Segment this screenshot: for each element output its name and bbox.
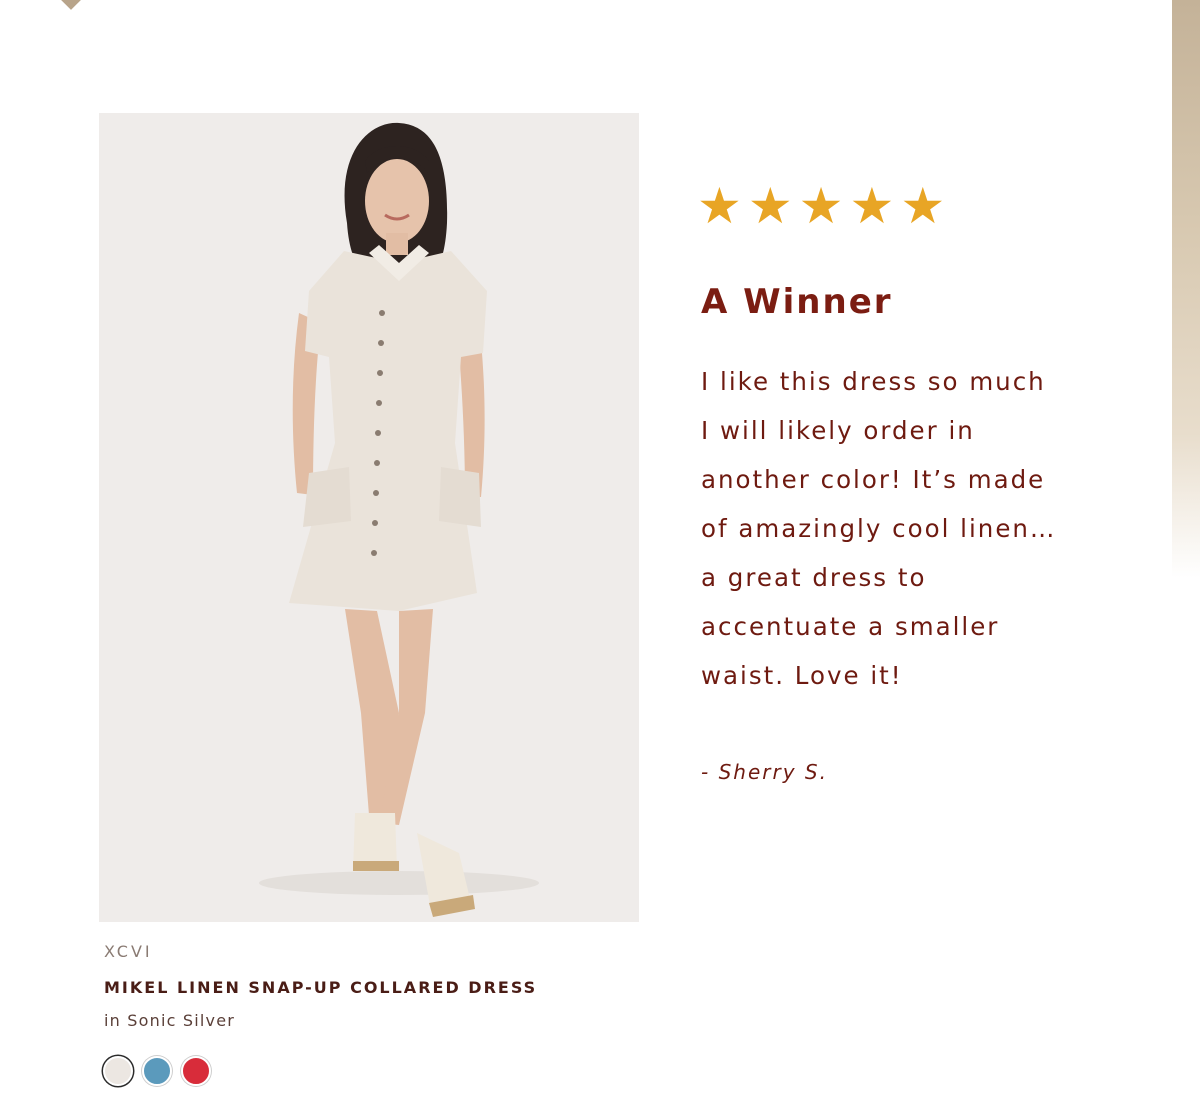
color-swatch[interactable] (142, 1056, 172, 1086)
color-swatches (103, 1056, 211, 1086)
color-swatch[interactable] (181, 1056, 211, 1086)
product-brand: XCVI (104, 942, 153, 961)
collapse-arrow-icon (61, 0, 81, 10)
star-icon: ★ (697, 177, 742, 235)
dress-photo-icon (99, 113, 639, 922)
star-icon: ★ (798, 177, 844, 235)
product-image[interactable] (99, 113, 639, 922)
adjacent-slide-image (1172, 0, 1200, 578)
review-title: A Winner (701, 282, 893, 322)
color-swatch[interactable] (103, 1056, 133, 1086)
star-rating: ★ ★ ★ ★ ★ (697, 178, 945, 234)
star-icon: ★ (747, 177, 793, 235)
product-name-link[interactable]: MIKEL LINEN SNAP-UP COLLARED DRESS (104, 978, 537, 997)
review-body: I like this dress so much I will likely … (701, 367, 1057, 690)
star-icon: ★ (900, 177, 946, 235)
product-color-label: in Sonic Silver (104, 1011, 236, 1030)
star-icon: ★ (849, 177, 895, 235)
review-author: - Sherry S. (701, 760, 828, 784)
